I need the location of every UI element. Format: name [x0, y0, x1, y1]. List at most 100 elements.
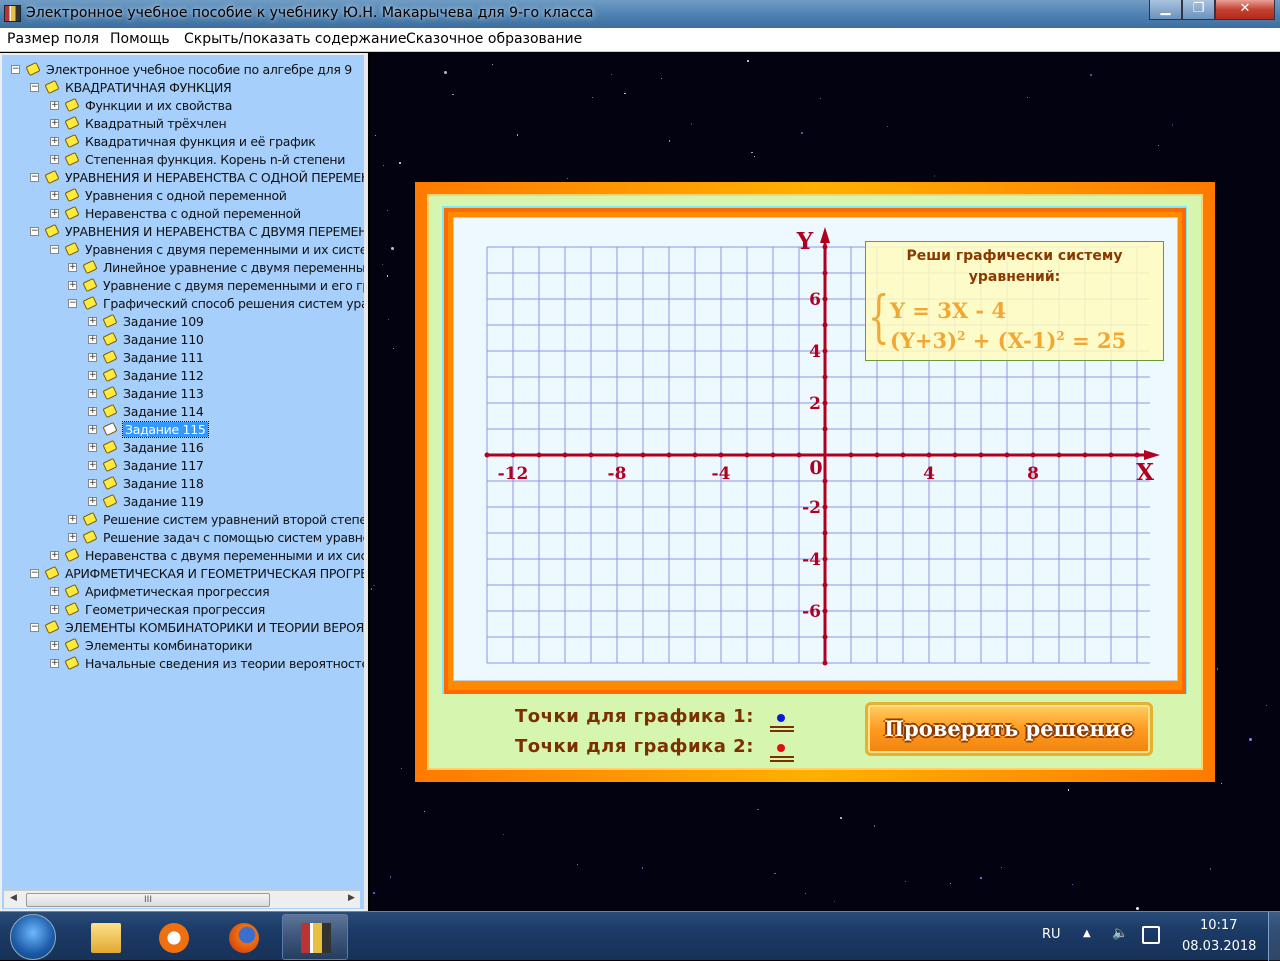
tree-item[interactable]: − Электронное учебное пособие по алгебре … [2, 61, 364, 79]
expand-icon[interactable]: + [88, 461, 97, 470]
expand-icon[interactable]: + [88, 335, 97, 344]
collapse-icon[interactable]: − [50, 245, 59, 254]
maximize-button[interactable]: ❐ [1182, 0, 1215, 20]
points-graph-2-counter[interactable] [770, 740, 794, 762]
tree-item[interactable]: + Степенная функция. Корень n-й степени [2, 151, 364, 169]
menu-help[interactable]: Помощь [110, 31, 170, 47]
expand-icon[interactable]: + [68, 263, 77, 272]
collapse-icon[interactable]: − [11, 65, 20, 74]
tree-item[interactable]: + Задание 110 [2, 331, 364, 349]
expand-icon[interactable]: + [50, 119, 59, 128]
star [424, 811, 426, 813]
tree-item[interactable]: + Задание 115 [2, 421, 364, 439]
tree-item[interactable]: − ЭЛЕМЕНТЫ КОМБИНАТОРИКИ И ТЕОРИИ ВЕРОЯТН… [2, 619, 364, 637]
expand-icon[interactable]: + [88, 389, 97, 398]
expand-icon[interactable]: + [50, 605, 59, 614]
firefox-icon [229, 923, 259, 953]
language-indicator[interactable]: RU [1042, 927, 1061, 942]
expand-icon[interactable]: + [68, 533, 77, 542]
scroll-left-arrow[interactable]: ◀ [10, 893, 17, 903]
collapse-icon[interactable]: − [30, 173, 39, 182]
collapse-icon[interactable]: − [68, 299, 77, 308]
tree-item[interactable]: + Неравенства с одной переменной [2, 205, 364, 223]
expand-icon[interactable]: + [50, 191, 59, 200]
tree-item[interactable]: + Уравнения с одной переменной [2, 187, 364, 205]
expand-icon[interactable]: + [88, 353, 97, 362]
expand-icon[interactable]: + [88, 497, 97, 506]
tree-item[interactable]: + Уравнение с двумя переменными и его гра… [2, 277, 364, 295]
tree-item[interactable]: + Функции и их свойства [2, 97, 364, 115]
clock-date[interactable]: 08.03.2018 [1182, 939, 1256, 954]
tree-item[interactable]: − Графический способ решения систем уравн… [2, 295, 364, 313]
expand-icon[interactable]: + [50, 659, 59, 668]
tree-item[interactable]: + Задание 114 [2, 403, 364, 421]
tree-item[interactable]: + Квадратный трёхчлен [2, 115, 364, 133]
start-button[interactable] [10, 914, 56, 960]
expand-icon[interactable]: + [50, 551, 59, 560]
minimize-button[interactable]: ▁ [1149, 0, 1182, 20]
expand-icon[interactable]: + [88, 371, 97, 380]
tree-item[interactable]: + Начальные сведения из теории вероятност… [2, 655, 364, 673]
collapse-icon[interactable]: − [30, 83, 39, 92]
tree-item[interactable]: + Задание 118 [2, 475, 364, 493]
star [933, 175, 936, 177]
tree-item[interactable]: − УРАВНЕНИЯ И НЕРАВЕНСТВА С ОДНОЙ ПЕРЕМЕН… [2, 169, 364, 187]
tree-item[interactable]: + Задание 109 [2, 313, 364, 331]
tree-item[interactable]: + Задание 119 [2, 493, 364, 511]
tree-item[interactable]: − КВАДРАТИЧНАЯ ФУНКЦИЯ [2, 79, 364, 97]
menu-fairy-education[interactable]: Сказочное образование [406, 31, 582, 47]
tree-item[interactable]: + Квадратичная функция и её график [2, 133, 364, 151]
expand-icon[interactable]: + [88, 425, 97, 434]
tree-item[interactable]: + Задание 117 [2, 457, 364, 475]
tree-item[interactable]: + Решение задач с помощью систем уравнени… [2, 529, 364, 547]
tree-item[interactable]: + Геометрическая прогрессия [2, 601, 364, 619]
points-graph-1-counter[interactable] [770, 710, 794, 732]
collapse-icon[interactable]: − [30, 227, 39, 236]
network-icon[interactable] [1142, 926, 1160, 944]
volume-icon[interactable]: 🔈 [1112, 926, 1128, 941]
scroll-thumb[interactable]: III [26, 893, 270, 907]
expand-icon[interactable]: + [50, 209, 59, 218]
tree-item[interactable]: + Задание 112 [2, 367, 364, 385]
expand-icon[interactable]: + [68, 515, 77, 524]
expand-icon[interactable]: + [88, 479, 97, 488]
tree-item[interactable]: + Задание 116 [2, 439, 364, 457]
expand-icon[interactable]: + [88, 443, 97, 452]
taskbar-textbook-app[interactable] [282, 914, 348, 960]
tree-item[interactable]: + Решение систем уравнений второй степени [2, 511, 364, 529]
expand-icon[interactable]: + [50, 155, 59, 164]
collapse-icon[interactable]: − [30, 623, 39, 632]
tree-item[interactable]: + Задание 111 [2, 349, 364, 367]
close-button[interactable]: ✕ [1215, 0, 1275, 20]
expand-icon[interactable]: + [88, 407, 97, 416]
collapse-icon[interactable]: − [30, 569, 39, 578]
tree-item[interactable]: − УРАВНЕНИЯ И НЕРАВЕНСТВА С ДВУМЯ ПЕРЕМЕН… [2, 223, 364, 241]
tree-item[interactable]: + Линейное уравнение с двумя переменными [2, 259, 364, 277]
check-solution-button[interactable]: Проверить решение [865, 702, 1153, 756]
scroll-right-arrow[interactable]: ▶ [348, 893, 355, 903]
expand-icon[interactable]: + [88, 317, 97, 326]
tree-item[interactable]: + Арифметическая прогрессия [2, 583, 364, 601]
show-desktop-button[interactable] [1268, 912, 1280, 961]
expand-icon[interactable]: + [50, 137, 59, 146]
expand-icon[interactable]: + [50, 641, 59, 650]
menu-field-size[interactable]: Размер поля [7, 31, 99, 47]
expand-icon[interactable]: + [68, 281, 77, 290]
origin-label: 0 [809, 457, 822, 479]
equation-1: Y = 3X - 4 [890, 298, 1007, 323]
tree-item[interactable]: − Уравнения с двумя переменными и их сист… [2, 241, 364, 259]
tray-expand-icon[interactable]: ▲ [1083, 928, 1091, 939]
expand-icon[interactable]: + [50, 101, 59, 110]
book-icon [44, 619, 60, 635]
menu-toggle-contents[interactable]: Скрыть/показать содержание [184, 31, 406, 47]
horizontal-scrollbar[interactable]: ◀ III ▶ [4, 890, 360, 908]
tree-item[interactable]: + Задание 113 [2, 385, 364, 403]
tree-item[interactable]: + Неравенства с двумя переменными и их си… [2, 547, 364, 565]
taskbar-explorer[interactable] [72, 914, 136, 960]
expand-icon[interactable]: + [50, 587, 59, 596]
tree-item[interactable]: + Элементы комбинаторики [2, 637, 364, 655]
taskbar-firefox[interactable] [210, 914, 274, 960]
taskbar-media-player[interactable] [140, 914, 204, 960]
clock-time[interactable]: 10:17 [1200, 918, 1237, 933]
tree-item[interactable]: − АРИФМЕТИЧЕСКАЯ И ГЕОМЕТРИЧЕСКАЯ ПРОГРЕС… [2, 565, 364, 583]
